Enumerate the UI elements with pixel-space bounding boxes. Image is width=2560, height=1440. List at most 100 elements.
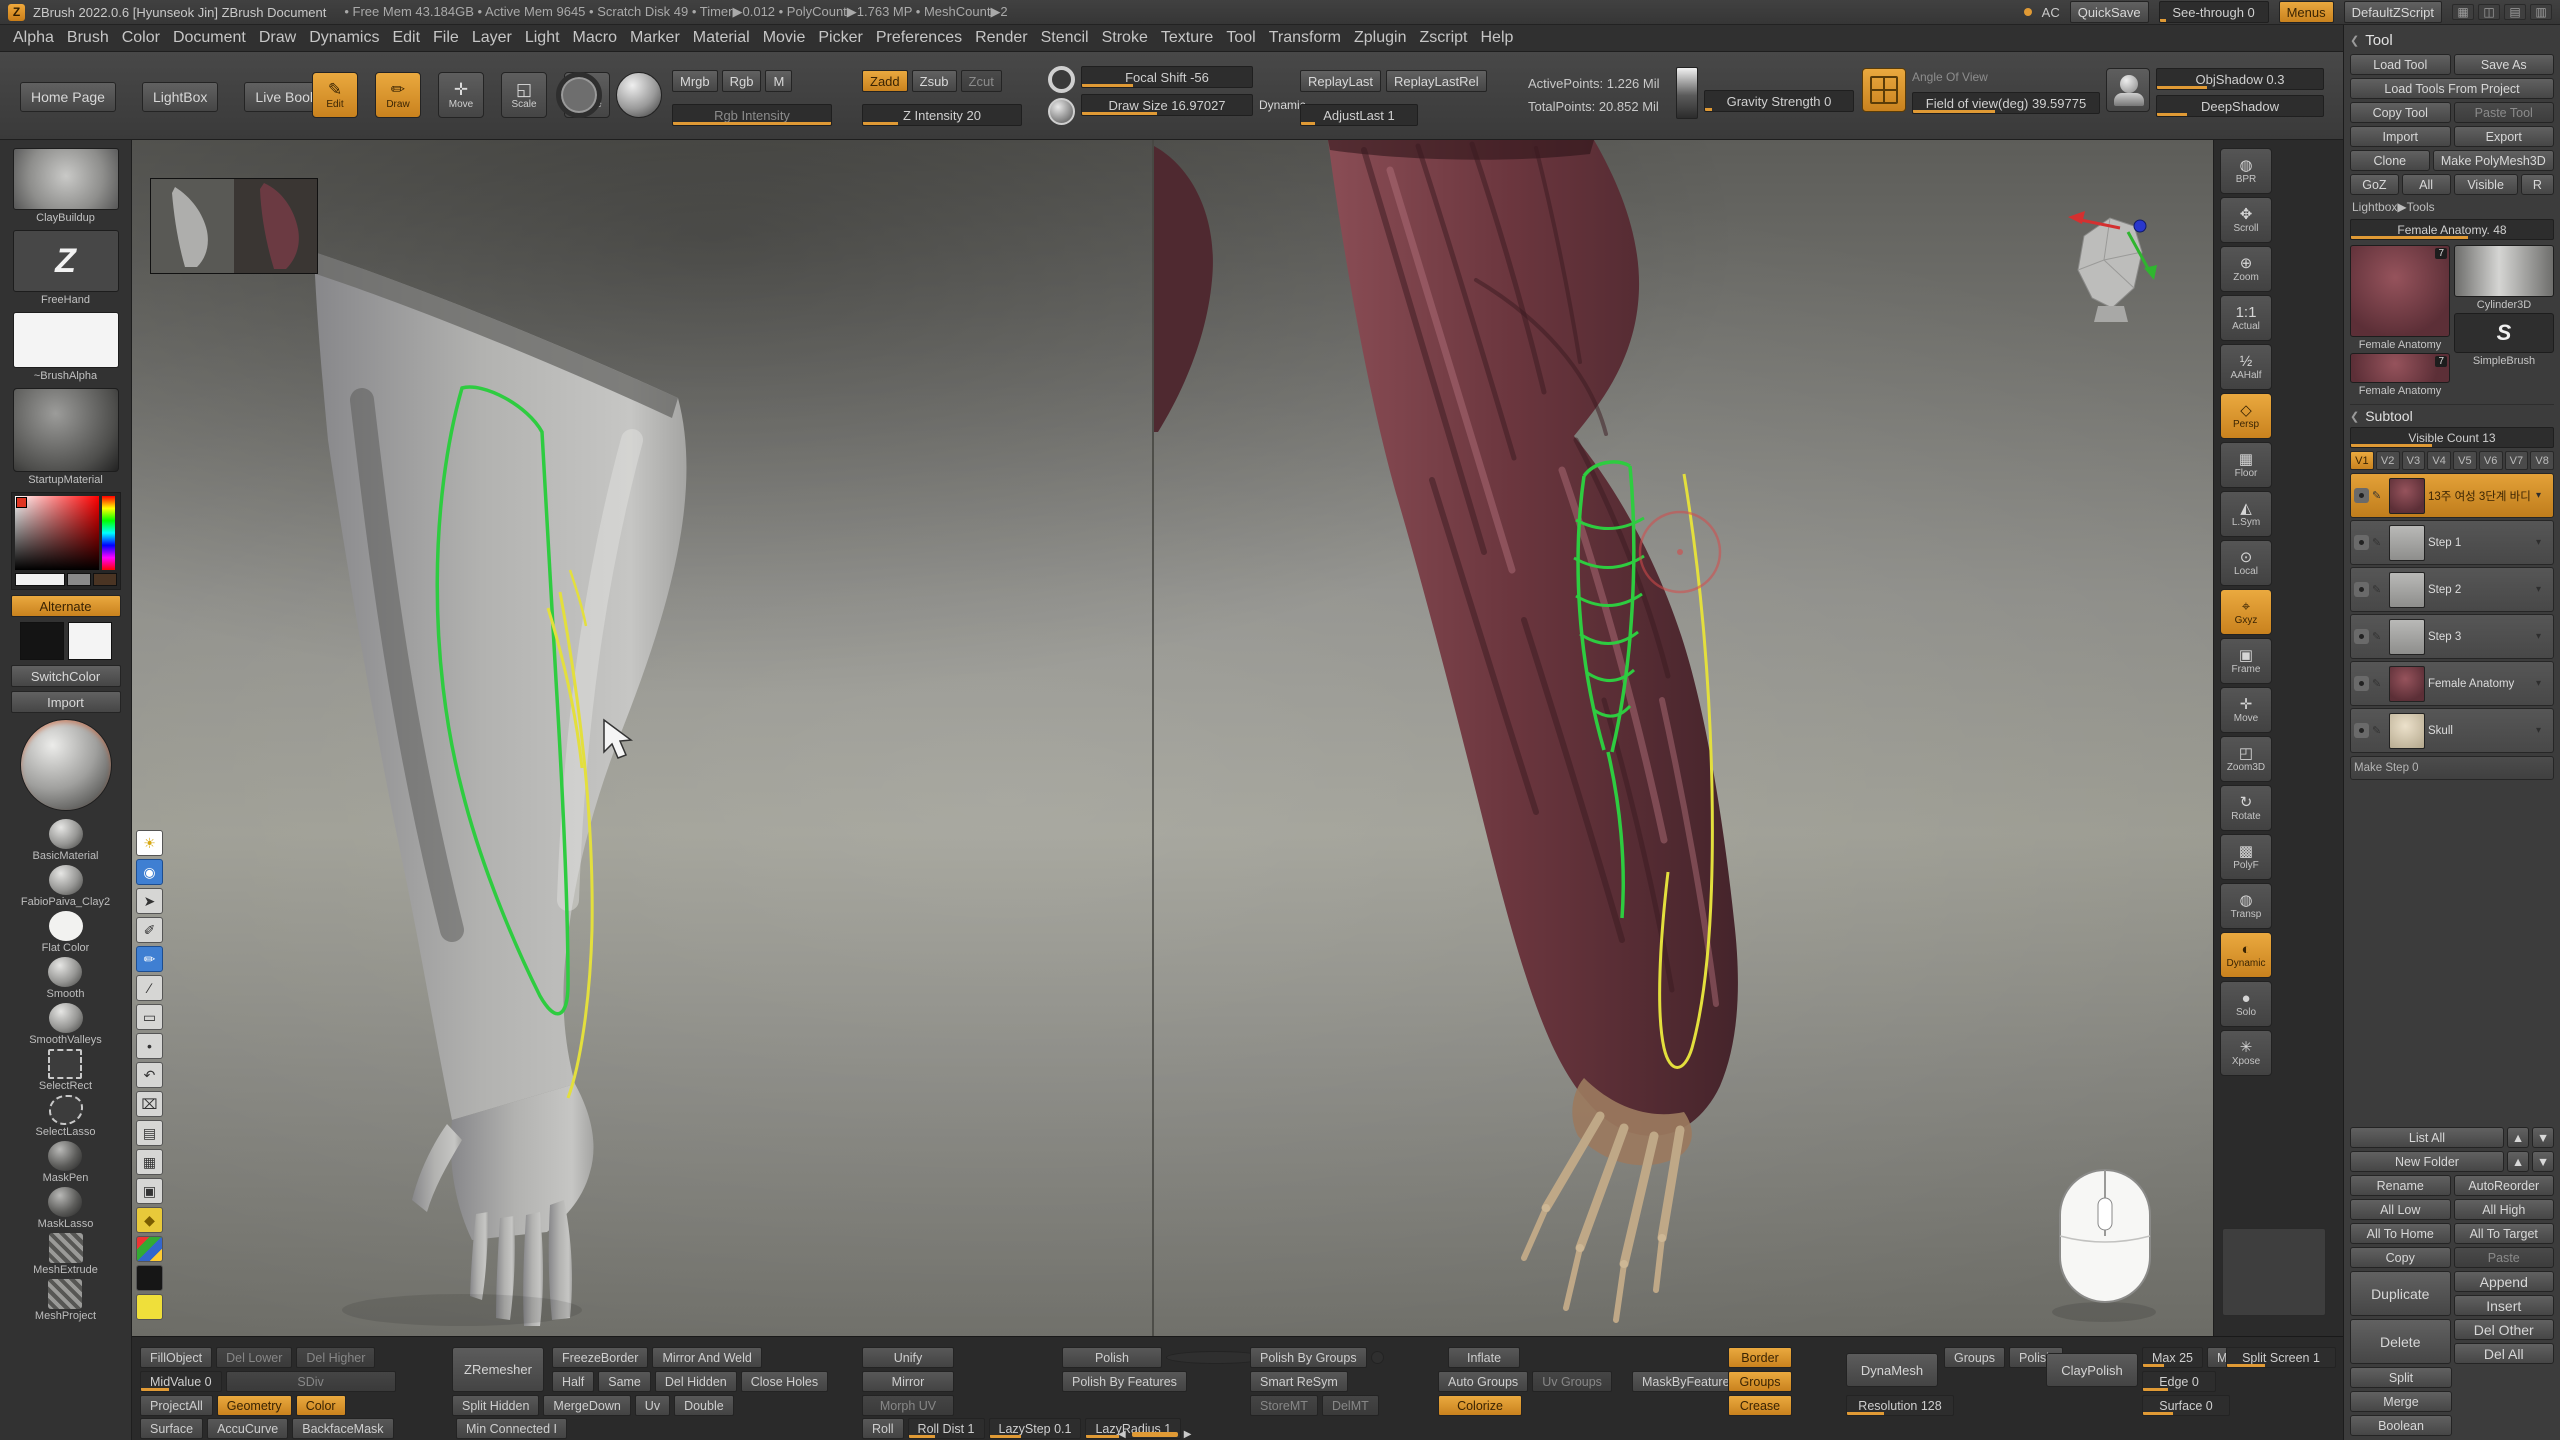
zadd-button[interactable]: Zadd xyxy=(862,70,908,92)
all-high-button[interactable]: All High xyxy=(2454,1199,2555,1220)
shelf-frame[interactable]: ▣ Frame xyxy=(2220,638,2272,684)
menu-stroke[interactable]: Stroke xyxy=(1102,29,1148,47)
menu-preferences[interactable]: Preferences xyxy=(876,29,962,47)
scale-button[interactable]: ◱Scale xyxy=(501,72,547,118)
rgb-intensity-slider[interactable]: Rgb Intensity xyxy=(672,104,832,126)
shelf-l-sym[interactable]: ◭ L.Sym xyxy=(2220,491,2272,537)
bb-crease[interactable]: Crease xyxy=(1728,1395,1792,1416)
bb-roll-dist-1[interactable]: Roll Dist 1 xyxy=(908,1418,985,1439)
menu-marker[interactable]: Marker xyxy=(630,29,680,47)
grid-icon[interactable]: ▦ xyxy=(2452,4,2474,20)
subtool-tab-v3[interactable]: V3 xyxy=(2402,451,2426,470)
draw-size-icon[interactable] xyxy=(1048,98,1075,125)
palette-swatch-icon[interactable]: ◆ xyxy=(136,1207,163,1233)
shelf-item-meshextrude[interactable]: MeshExtrude xyxy=(33,1233,98,1276)
alternate-button[interactable]: Alternate xyxy=(11,595,121,617)
menu-edit[interactable]: Edit xyxy=(392,29,420,47)
folder-options-icon[interactable]: ▾ xyxy=(2536,725,2550,736)
copy-tool-button[interactable]: Copy Tool xyxy=(2350,102,2451,123)
collapse-arrow-icon[interactable]: ❮ xyxy=(2350,410,2359,423)
bb-border[interactable]: Border xyxy=(1728,1347,1792,1368)
trash-icon[interactable]: ⌧ xyxy=(136,1091,163,1117)
cursor-icon[interactable]: ➤ xyxy=(136,888,163,914)
gravity-direction-icon[interactable] xyxy=(1676,67,1698,119)
color-swatch-row[interactable] xyxy=(15,573,117,586)
bb-storemt[interactable]: StoreMT xyxy=(1250,1395,1318,1416)
shelf-item-basicmaterial[interactable]: BasicMaterial xyxy=(32,819,98,862)
draw-button[interactable]: ✏Draw xyxy=(375,72,421,118)
menu-zscript[interactable]: Zscript xyxy=(1419,29,1467,47)
menu-picker[interactable]: Picker xyxy=(818,29,862,47)
shelf-xpose[interactable]: ✳ Xpose xyxy=(2220,1030,2272,1076)
menu-transform[interactable]: Transform xyxy=(1269,29,1341,47)
shelf-scroll[interactable]: ✥ Scroll xyxy=(2220,197,2272,243)
import-button[interactable]: Import xyxy=(11,691,121,713)
bb-del-lower[interactable]: Del Lower xyxy=(216,1347,292,1368)
bb-same[interactable]: Same xyxy=(598,1371,651,1392)
bb-mergedown[interactable]: MergeDown xyxy=(543,1395,630,1416)
menu-movie[interactable]: Movie xyxy=(763,29,806,47)
load-tools-from-project-button[interactable]: Load Tools From Project xyxy=(2350,78,2554,99)
goz-all-button[interactable]: All xyxy=(2402,174,2451,195)
lightbox-button[interactable]: LightBox xyxy=(142,82,218,112)
shelf-item-smooth[interactable]: Smooth xyxy=(47,957,85,1000)
m-button[interactable]: M xyxy=(765,70,792,92)
paste-subtool-button[interactable]: Paste xyxy=(2454,1247,2555,1268)
dual-monitor-icon[interactable]: ◫ xyxy=(2478,4,2500,20)
paintbrush-icon[interactable]: ✎ xyxy=(2372,630,2386,643)
obj-shadow-slider[interactable]: ObjShadow 0.3 xyxy=(2156,68,2324,90)
shelf-item-fabiopaiva-clay2[interactable]: FabioPaiva_Clay2 xyxy=(21,865,110,908)
bb-lazystep-0-1[interactable]: LazyStep 0.1 xyxy=(989,1418,1082,1439)
shelf-item-smoothvalleys[interactable]: SmoothValleys xyxy=(29,1003,102,1046)
bb-edge-0[interactable]: Edge 0 xyxy=(2142,1371,2216,1392)
clone-button[interactable]: Clone xyxy=(2350,150,2430,171)
bb-geometry[interactable]: Geometry xyxy=(217,1395,292,1416)
menu-texture[interactable]: Texture xyxy=(1161,29,1213,47)
subtool-tab-v4[interactable]: V4 xyxy=(2427,451,2451,470)
folder-down-icon[interactable]: ▼ xyxy=(2532,1151,2554,1172)
visibility-eye-icon[interactable]: ◉ xyxy=(136,859,163,885)
bb-auto-groups[interactable]: Auto Groups xyxy=(1438,1371,1528,1392)
shelf-gxyz[interactable]: ⌖ Gxyz xyxy=(2220,589,2272,635)
visibility-eye-icon[interactable] xyxy=(2354,676,2369,691)
bb-fillobject[interactable]: FillObject xyxy=(140,1347,212,1368)
tool-thumb-simplebrush[interactable]: S xyxy=(2454,313,2554,353)
subtool-tab-v8[interactable]: V8 xyxy=(2530,451,2554,470)
primary-color-swatch[interactable] xyxy=(68,622,112,660)
zsub-button[interactable]: Zsub xyxy=(912,70,957,92)
home-page-button[interactable]: Home Page xyxy=(20,82,116,112)
replay-last-button[interactable]: ReplayLast xyxy=(1300,70,1381,92)
shelf-rotate[interactable]: ↻ Rotate xyxy=(2220,785,2272,831)
color-picker[interactable] xyxy=(11,492,121,590)
bb-polish-by-features[interactable]: Polish By Features xyxy=(1062,1371,1187,1392)
subtool-section-header[interactable]: ❮ Subtool xyxy=(2350,404,2554,424)
alpha-selector[interactable] xyxy=(13,312,119,368)
clipboard-icon[interactable]: ▣ xyxy=(136,1178,163,1204)
bb-groups[interactable]: Groups xyxy=(1944,1347,2005,1368)
focal-shift-slider[interactable]: Focal Shift -56 xyxy=(1081,66,1253,88)
menu-layer[interactable]: Layer xyxy=(472,29,512,47)
shelf-bpr[interactable]: ◍ BPR xyxy=(2220,148,2272,194)
shelf-item-meshproject[interactable]: MeshProject xyxy=(35,1279,96,1322)
bb-del-hidden[interactable]: Del Hidden xyxy=(655,1371,737,1392)
document-thumbnail[interactable] xyxy=(150,178,318,274)
saturation-value-picker[interactable] xyxy=(15,496,99,570)
make-polymesh3d-button[interactable]: Make PolyMesh3D xyxy=(2433,150,2554,171)
tool-thumb-female-anatomy-2[interactable]: 7 xyxy=(2350,353,2450,383)
bb-half[interactable]: Half xyxy=(552,1371,594,1392)
export-tool-button[interactable]: Export xyxy=(2454,126,2555,147)
image-icon[interactable]: ▦ xyxy=(136,1149,163,1175)
bb-morph-uv[interactable]: Morph UV xyxy=(862,1395,954,1416)
brown-swatch[interactable] xyxy=(93,573,117,586)
subtool-tab-v2[interactable]: V2 xyxy=(2376,451,2400,470)
shelf-solo[interactable]: ● Solo xyxy=(2220,981,2272,1027)
menu-light[interactable]: Light xyxy=(525,29,560,47)
z-intensity-slider[interactable]: Z Intensity 20 xyxy=(862,104,1022,126)
menu-brush[interactable]: Brush xyxy=(67,29,109,47)
shelf-zoom[interactable]: ⊕ Zoom xyxy=(2220,246,2272,292)
visibility-eye-icon[interactable] xyxy=(2354,629,2369,644)
replay-last-rel-button[interactable]: ReplayLastRel xyxy=(1386,70,1487,92)
subtool-item-step-1[interactable]: ✎ Step 1 ▾ xyxy=(2350,520,2554,565)
paintbrush-icon[interactable]: ✎ xyxy=(2372,677,2386,690)
current-brush-icon[interactable] xyxy=(556,72,602,118)
